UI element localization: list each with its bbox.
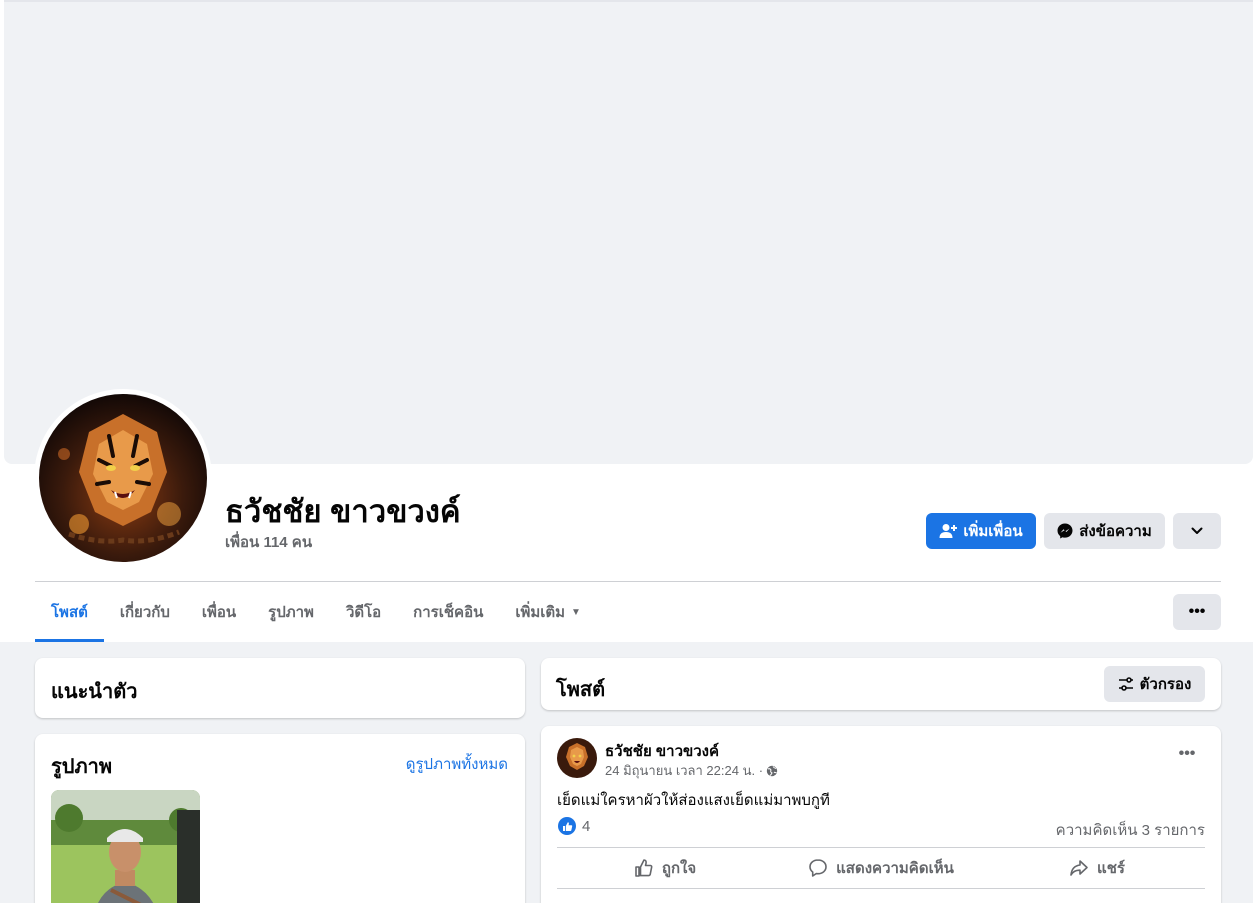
share-icon: [1070, 860, 1088, 876]
filter-icon: [1118, 677, 1133, 691]
messenger-icon: [1057, 523, 1073, 539]
like-count[interactable]: 4: [582, 818, 590, 835]
like-reaction-icon[interactable]: [558, 817, 576, 835]
tab-photos-label: รูปภาพ: [268, 604, 314, 621]
tabs-more-button[interactable]: •••: [1173, 594, 1221, 630]
tab-posts-label: โพสต์: [51, 604, 88, 621]
tab-friends-label: เพื่อน: [201, 604, 237, 621]
tab-videos[interactable]: วิดีโอ: [330, 582, 397, 642]
globe-icon: [766, 765, 778, 776]
tab-about-label: เกี่ยวกับ: [119, 604, 170, 621]
like-label: ถูกใจ: [661, 860, 697, 877]
intro-title: แนะนำตัว: [51, 681, 138, 703]
post-actions: ถูกใจ แสดงความคิดเห็น แชร์: [557, 848, 1205, 888]
cover-photo[interactable]: [4, 0, 1253, 464]
profile-picture-image: [39, 394, 207, 562]
post-text: เย็ดแม่ใครหาผัวให้ส่องแสงเย็ดแม่มาพบกูที: [557, 792, 830, 809]
post-author-avatar[interactable]: [557, 738, 597, 778]
profile-name: ธวัชชัย ขาวขวงค์: [225, 494, 461, 529]
posts-header-card: โพสต์ ตัวกรอง: [541, 658, 1221, 710]
comment-label: แสดงความคิดเห็น: [836, 860, 954, 877]
tab-checkins[interactable]: การเช็คอิน: [397, 582, 499, 642]
comment-button[interactable]: แสดงความคิดเห็น: [773, 848, 989, 888]
tab-videos-label: วิดีโอ: [345, 604, 382, 621]
tab-photos[interactable]: รูปภาพ: [252, 582, 330, 642]
more-horizontal-icon: •••: [1178, 745, 1196, 762]
see-all-photos-link[interactable]: ดูรูปภาพทั้งหมด: [406, 752, 508, 776]
add-friend-button[interactable]: เพิ่มเพื่อน: [926, 513, 1036, 549]
tab-more[interactable]: เพิ่มเติม ▼: [499, 582, 597, 642]
tab-more-label: เพิ่มเติม: [515, 604, 566, 621]
more-horizontal-icon: •••: [1188, 603, 1206, 620]
share-button[interactable]: แชร์: [989, 848, 1205, 888]
post-card: ธวัชชัย ขาวขวงค์ 24 มิถุนายน เวลา 22:24 …: [541, 726, 1221, 903]
share-label: แชร์: [1097, 860, 1125, 877]
filter-label: ตัวกรอง: [1139, 676, 1192, 693]
photos-card: รูปภาพ ดูรูปภาพทั้งหมด: [35, 734, 525, 903]
photos-title: รูปภาพ: [51, 756, 113, 778]
add-friend-icon: [939, 524, 958, 538]
profile-page: ธวัชชัย ขาวขวงค์ เพื่อน 114 คน เพิ่มเพื่…: [0, 0, 1253, 903]
post-meta: 24 มิถุนายน เวลา 22:24 น. ·: [605, 760, 778, 781]
post-divider: [557, 888, 1205, 889]
tab-checkins-label: การเช็คอิน: [413, 604, 484, 621]
filter-button[interactable]: ตัวกรอง: [1104, 666, 1205, 702]
comment-icon: [809, 859, 827, 877]
tab-posts[interactable]: โพสต์: [35, 582, 104, 642]
profile-tabs: โพสต์ เกี่ยวกับ เพื่อน รูปภาพ วิดีโอ การ…: [35, 582, 597, 642]
intro-card: แนะนำตัว: [35, 658, 525, 718]
friends-count[interactable]: เพื่อน 114 คน: [225, 530, 312, 554]
comment-count[interactable]: ความคิดเห็น 3 รายการ: [1056, 818, 1205, 842]
caret-down-icon: ▼: [571, 606, 581, 618]
post-options-button[interactable]: •••: [1171, 742, 1203, 766]
add-friend-label: เพิ่มเพื่อน: [963, 523, 1023, 540]
message-button[interactable]: ส่งข้อความ: [1044, 513, 1165, 549]
tab-about[interactable]: เกี่ยวกับ: [104, 582, 186, 642]
photo-thumbnail[interactable]: [51, 790, 200, 903]
chevron-down-icon: [1191, 527, 1203, 534]
like-button[interactable]: ถูกใจ: [557, 848, 773, 888]
message-label: ส่งข้อความ: [1079, 523, 1152, 540]
thumbs-up-icon: [562, 821, 572, 831]
posts-title: โพสต์: [556, 679, 606, 701]
profile-picture[interactable]: [34, 389, 212, 567]
profile-options-button[interactable]: [1173, 513, 1221, 549]
thumbs-up-icon: [635, 859, 653, 877]
post-timestamp[interactable]: 24 มิถุนายน เวลา 22:24 น. ·: [605, 760, 763, 781]
tab-friends[interactable]: เพื่อน: [186, 582, 252, 642]
